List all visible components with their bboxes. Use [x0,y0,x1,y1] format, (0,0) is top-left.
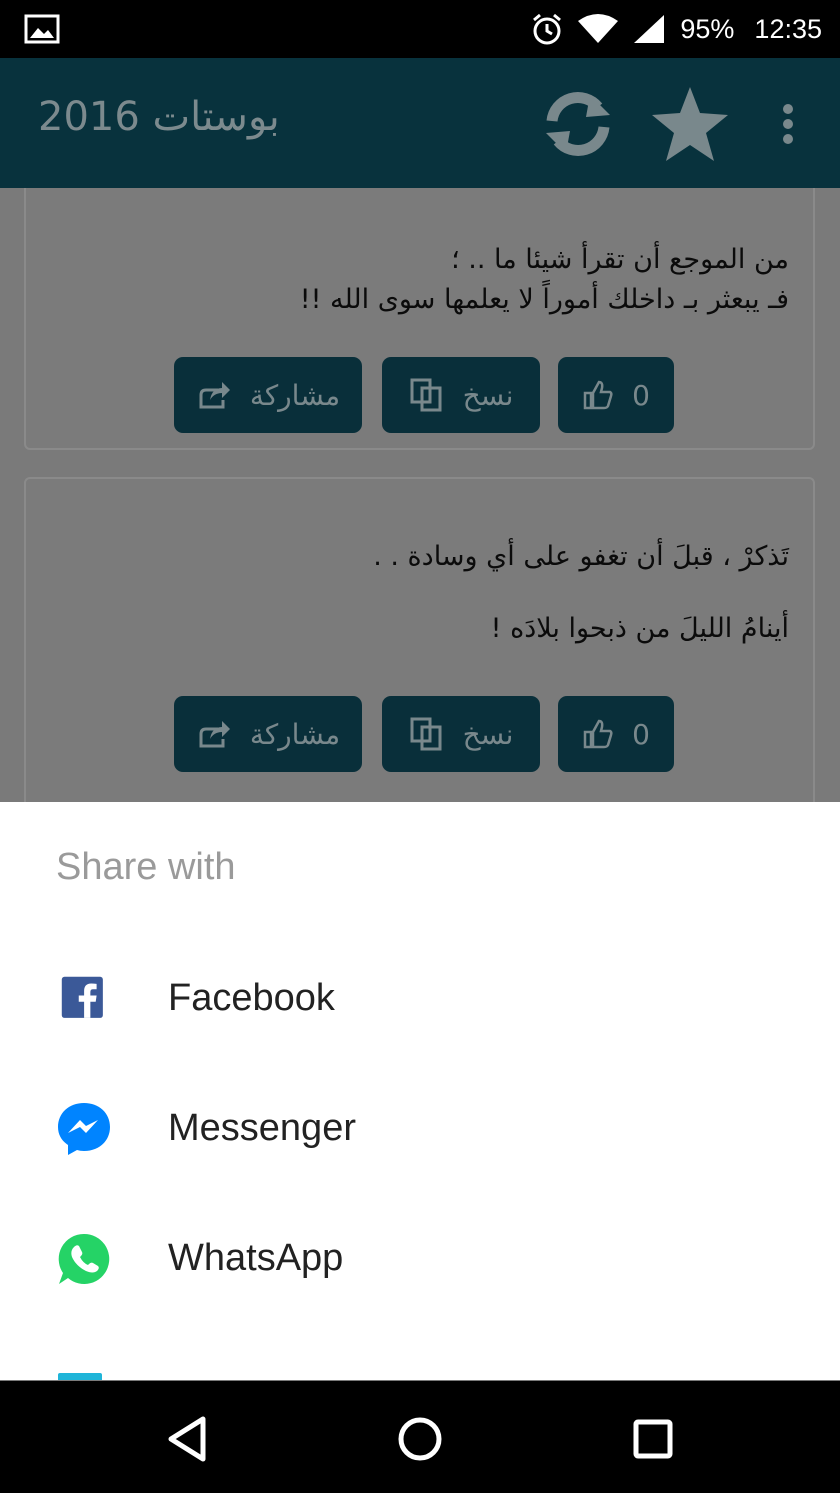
thumbs-up-icon [583,719,613,749]
post-line: أينامُ الليلَ من ذبحوا بلادَه ! [490,613,789,644]
overflow-menu-button[interactable] [748,84,828,164]
copy-button[interactable]: نسخ [382,357,540,433]
post-line: من الموجع أن تقرأ شيئا ما .. ؛ [451,244,789,275]
recents-square-icon [633,1419,673,1459]
copy-label: نسخ [462,717,514,751]
status-bar: 95% 12:35 [0,0,840,58]
post-text: تَذكرْ ، قبلَ أن تغفو على أي وسادة . . أ… [373,537,789,649]
post-line: تَذكرْ ، قبلَ أن تغفو على أي وسادة . . [373,541,789,572]
share-label: مشاركة [249,378,341,412]
share-label: مشاركة [249,717,341,751]
copy-icon [410,378,442,412]
refresh-icon [546,92,610,156]
back-triangle-icon [168,1416,206,1462]
home-circle-icon [398,1417,442,1461]
post-text: من الموجع أن تقرأ شيئا ما .. ؛ فـ يبعثر … [300,240,789,320]
favorites-button[interactable] [650,84,730,164]
battery-percent: 95% [680,13,735,44]
share-target-messenger[interactable]: Messenger [0,1065,840,1195]
post-line: فـ يبعثر بـ داخلك أموراً لا يعلمها سوى ا… [299,284,789,315]
share-button[interactable]: مشاركة [174,357,362,433]
back-button[interactable] [157,1409,217,1469]
share-icon [199,721,230,748]
app-title: بوستات 2016 [38,94,280,140]
post-card: من الموجع أن تقرأ شيئا ما .. ؛ فـ يبعثر … [24,188,815,450]
like-button[interactable]: 0 [558,357,674,433]
signal-icon [634,15,665,43]
share-target-label: Messenger [168,1107,356,1149]
refresh-button[interactable] [538,84,618,164]
messenger-icon [58,1103,110,1155]
copy-icon [410,717,442,751]
facebook-icon [61,976,103,1018]
star-icon [652,87,728,161]
share-sheet: Share with Facebook Messenger WhatsApp [0,802,840,1380]
like-count: 0 [632,378,650,412]
more-vert-icon [783,104,793,144]
partial-app-icon [58,1373,102,1380]
share-target-whatsapp[interactable]: WhatsApp [0,1195,840,1325]
gallery-notification-icon [24,14,60,44]
copy-label: نسخ [462,378,514,412]
thumbs-up-icon [583,380,613,410]
share-target-label: WhatsApp [168,1237,344,1279]
copy-button[interactable]: نسخ [382,696,540,772]
share-icon [199,382,230,409]
share-target-partial[interactable] [0,1325,840,1380]
home-button[interactable] [390,1409,450,1469]
app-bar: بوستات 2016 [0,58,840,188]
whatsapp-icon [58,1233,110,1284]
wifi-icon [578,14,619,43]
posts-list: من الموجع أن تقرأ شيئا ما .. ؛ فـ يبعثر … [0,188,840,802]
navigation-bar [0,1381,840,1493]
post-card: تَذكرْ ، قبلَ أن تغفو على أي وسادة . . أ… [24,477,815,802]
recents-button[interactable] [623,1409,683,1469]
clock: 12:35 [754,13,822,44]
share-button[interactable]: مشاركة [174,696,362,772]
like-button[interactable]: 0 [558,696,674,772]
share-target-facebook[interactable]: Facebook [0,935,840,1065]
like-count: 0 [632,717,650,751]
share-target-label: Facebook [168,977,335,1019]
share-sheet-title: Share with [56,846,236,888]
alarm-icon [533,13,562,45]
